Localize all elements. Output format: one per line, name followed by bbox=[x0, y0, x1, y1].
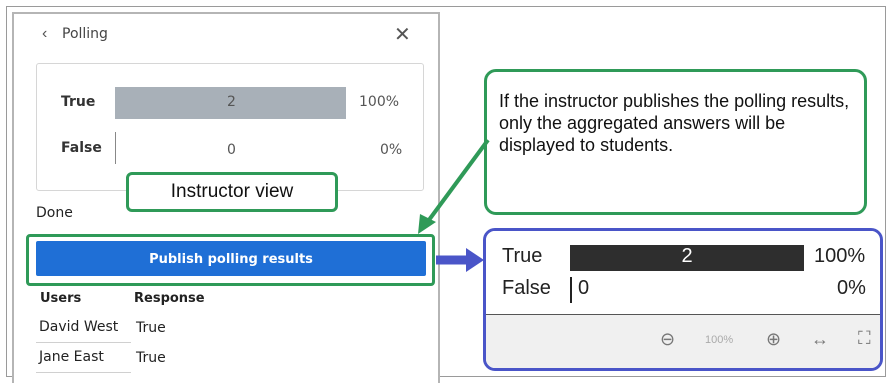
student-toolbar: ⊖ 100% ⊕ ↔ ⛶ bbox=[486, 315, 880, 368]
student-view-panel: True 2 100% False 0 0% ⊖ 100% ⊕ ↔ ⛶ bbox=[483, 228, 883, 371]
fit-width-icon[interactable]: ↔ bbox=[811, 329, 829, 350]
student-label-true: True bbox=[502, 245, 543, 267]
zoom-level: 100% bbox=[705, 334, 734, 346]
fullscreen-icon[interactable]: ⛶ bbox=[858, 328, 871, 349]
student-bar-false bbox=[570, 277, 572, 303]
green-arrow bbox=[424, 138, 490, 226]
student-count-true: 2 bbox=[681, 245, 693, 267]
zoom-out-icon[interactable]: ⊖ bbox=[660, 329, 675, 350]
student-label-false: False bbox=[502, 277, 551, 299]
student-percent-false: 0% bbox=[837, 277, 866, 299]
student-percent-true: 100% bbox=[814, 245, 866, 267]
zoom-in-icon[interactable]: ⊕ bbox=[766, 329, 781, 350]
student-results: True 2 100% False 0 0% bbox=[486, 231, 880, 315]
blue-arrow-head bbox=[466, 248, 484, 272]
student-count-false: 0 bbox=[578, 277, 590, 299]
